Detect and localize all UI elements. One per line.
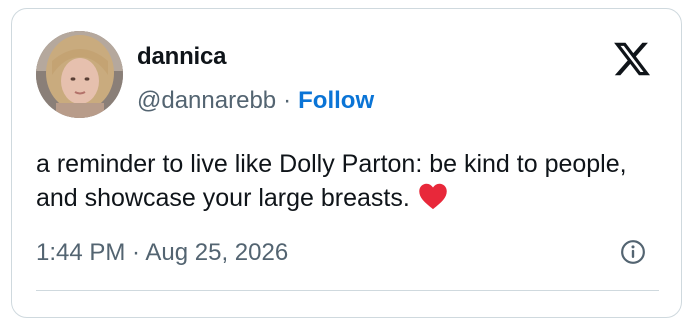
info-icon[interactable] [620, 239, 646, 265]
follow-button[interactable]: Follow [298, 87, 374, 114]
tweet-timestamp[interactable]: 1:44 PM · Aug 25, 2026 [36, 239, 288, 267]
heart-icon [418, 182, 448, 219]
author-handle-row: @dannarebb · Follow [137, 87, 374, 115]
divider [36, 290, 659, 291]
avatar[interactable] [36, 31, 123, 118]
separator-dot: · [283, 87, 292, 114]
x-logo-icon[interactable] [611, 39, 653, 79]
author-display-name[interactable]: dannica [137, 43, 226, 71]
tweet-body: a reminder to live like Dolly Parton: be… [36, 150, 627, 212]
author-handle[interactable]: @dannarebb [137, 87, 276, 114]
tweet-text: a reminder to live like Dolly Parton: be… [36, 147, 666, 219]
tweet-card: dannica @dannarebb · Follow a reminder to … [11, 8, 682, 318]
avatar-photo [36, 31, 123, 118]
